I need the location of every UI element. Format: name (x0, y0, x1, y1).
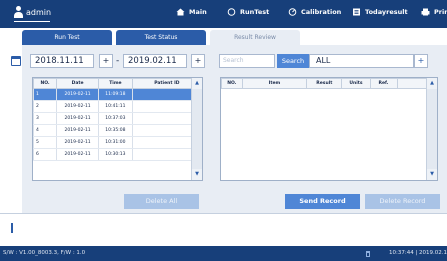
status-bar: S/W : V1.00_8003.3, F/W : 1.0 10:37:44 |… (0, 246, 447, 261)
results-header-row: NO. Item Result Units Ref. (221, 78, 437, 89)
text-cursor (11, 223, 13, 233)
version-label: S/W : V1.00_8003.3, F/W : 1.0 (3, 250, 86, 256)
table-row[interactable]: 6 2019-02-11 10:30:13 (33, 148, 202, 161)
table-row[interactable]: 4 2019-02-11 10:35:08 (33, 124, 202, 137)
results-table: NO. Item Result Units Ref. ▲ ▼ (220, 77, 438, 181)
table-row[interactable]: 3 2019-02-11 10:37:03 (33, 112, 202, 125)
records-scrollbar[interactable]: ▲ ▼ (191, 78, 202, 180)
nav-main[interactable]: Main (176, 8, 207, 16)
table-row[interactable]: 2 2019-02-11 10:41:11 (33, 100, 202, 113)
printer-icon (421, 8, 430, 16)
delete-record-button[interactable]: Delete Record (365, 194, 440, 209)
scroll-down-icon[interactable]: ▼ (192, 169, 202, 180)
tab-result-review[interactable]: Result Review (210, 30, 300, 45)
tab-run-test[interactable]: Run Test (22, 30, 112, 45)
records-header-row: NO. Date Time Patient ID (33, 78, 202, 89)
clock-label: 10:37:44 | 2019.02.1 (389, 250, 447, 256)
send-record-button[interactable]: Send Record (285, 194, 360, 209)
col-result: Result (306, 78, 343, 89)
col-units: Units (341, 78, 371, 89)
scroll-down-icon[interactable]: ▼ (427, 169, 437, 180)
col-date: Date (56, 78, 100, 89)
list-icon (352, 8, 361, 16)
tab-test-status[interactable]: Test Status (116, 30, 206, 45)
col-result-no: NO. (221, 78, 243, 89)
search-button[interactable]: Search (277, 54, 309, 68)
col-item: Item (241, 78, 308, 89)
item-filter-plus-button[interactable]: + (414, 54, 428, 68)
col-time: Time (98, 78, 133, 89)
nav-runtest[interactable]: RunTest (227, 8, 269, 16)
table-row[interactable]: 5 2019-02-11 10:31:00 (33, 136, 202, 149)
table-row[interactable]: 1 2019-02-11 11:09:18 (33, 88, 202, 101)
result-review-panel: 2018.11.11 + - 2019.02.11 + Search Searc… (11, 45, 447, 213)
user-icon (14, 6, 23, 18)
col-ref: Ref. (369, 78, 398, 89)
date-to-plus-button[interactable]: + (191, 54, 205, 68)
top-bar: admin Main RunTest Calibration Todayresu… (0, 0, 447, 28)
date-to-field[interactable]: 2019.02.11 (123, 54, 187, 68)
date-from-plus-button[interactable]: + (99, 54, 113, 68)
nav-print[interactable]: Prin (421, 8, 447, 16)
delete-all-button[interactable]: Delete All (124, 194, 199, 209)
item-filter-select[interactable]: ALL (309, 54, 414, 68)
scroll-up-icon[interactable]: ▲ (427, 78, 437, 89)
scroll-up-icon[interactable]: ▲ (192, 78, 202, 89)
col-no: NO. (33, 78, 58, 89)
tab-bar: Run Test Test Status Result Review (22, 30, 300, 45)
user-badge[interactable]: admin (14, 6, 52, 22)
records-table: NO. Date Time Patient ID 1 2019-02-11 11… (32, 77, 203, 181)
nav-todayresult[interactable]: Todayresult (352, 8, 408, 16)
nav-calibration[interactable]: Calibration (288, 8, 341, 16)
date-range-dash: - (116, 56, 120, 66)
user-name: admin (26, 7, 52, 17)
flask-icon (227, 8, 236, 16)
calendar-icon[interactable] (11, 56, 21, 66)
results-scrollbar[interactable]: ▲ ▼ (426, 78, 437, 180)
search-input[interactable]: Search (219, 54, 275, 68)
date-from-field[interactable]: 2018.11.11 (30, 54, 94, 68)
lock-icon (366, 251, 370, 257)
home-icon (176, 8, 185, 16)
gauge-icon (288, 8, 297, 16)
user-underline (14, 21, 50, 22)
message-area (0, 213, 447, 246)
